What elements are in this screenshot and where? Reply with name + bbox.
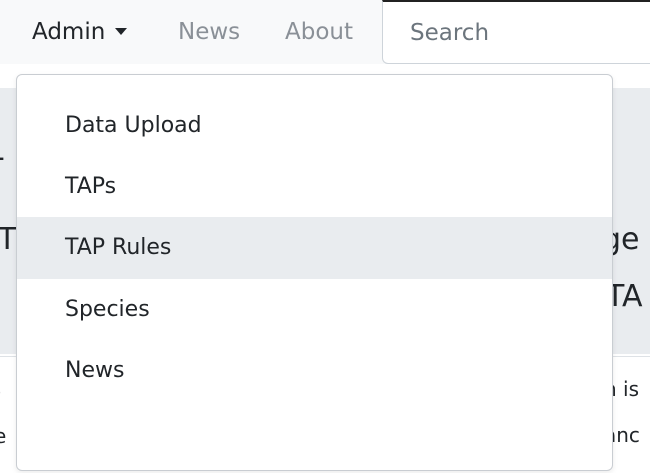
search-input[interactable] <box>382 0 650 64</box>
top-navbar: Admin News About <box>0 0 650 64</box>
background-text-fragment: e <box>0 424 7 448</box>
nav-admin-label: Admin <box>32 19 106 45</box>
caret-down-icon <box>115 28 128 35</box>
dropdown-item-species[interactable]: Species <box>17 279 612 341</box>
background-text-fragment: ) <box>0 380 2 404</box>
nav-link-news[interactable]: News <box>178 17 240 47</box>
background-text-fragment: T <box>0 222 17 257</box>
nav-admin-dropdown-toggle[interactable]: Admin <box>32 17 128 47</box>
dropdown-item-taps[interactable]: TAPs <box>17 156 612 218</box>
admin-dropdown-menu: Data Upload TAPs TAP Rules Species News <box>16 74 613 471</box>
dropdown-item-data-upload[interactable]: Data Upload <box>17 95 612 157</box>
background-text-fragment: - <box>0 140 5 175</box>
nav-link-about[interactable]: About <box>285 17 353 47</box>
dropdown-item-tap-rules[interactable]: TAP Rules <box>17 217 612 279</box>
page: - T ) e ge TA n is anc Admin News About … <box>0 0 650 473</box>
dropdown-item-news[interactable]: News <box>17 340 612 402</box>
